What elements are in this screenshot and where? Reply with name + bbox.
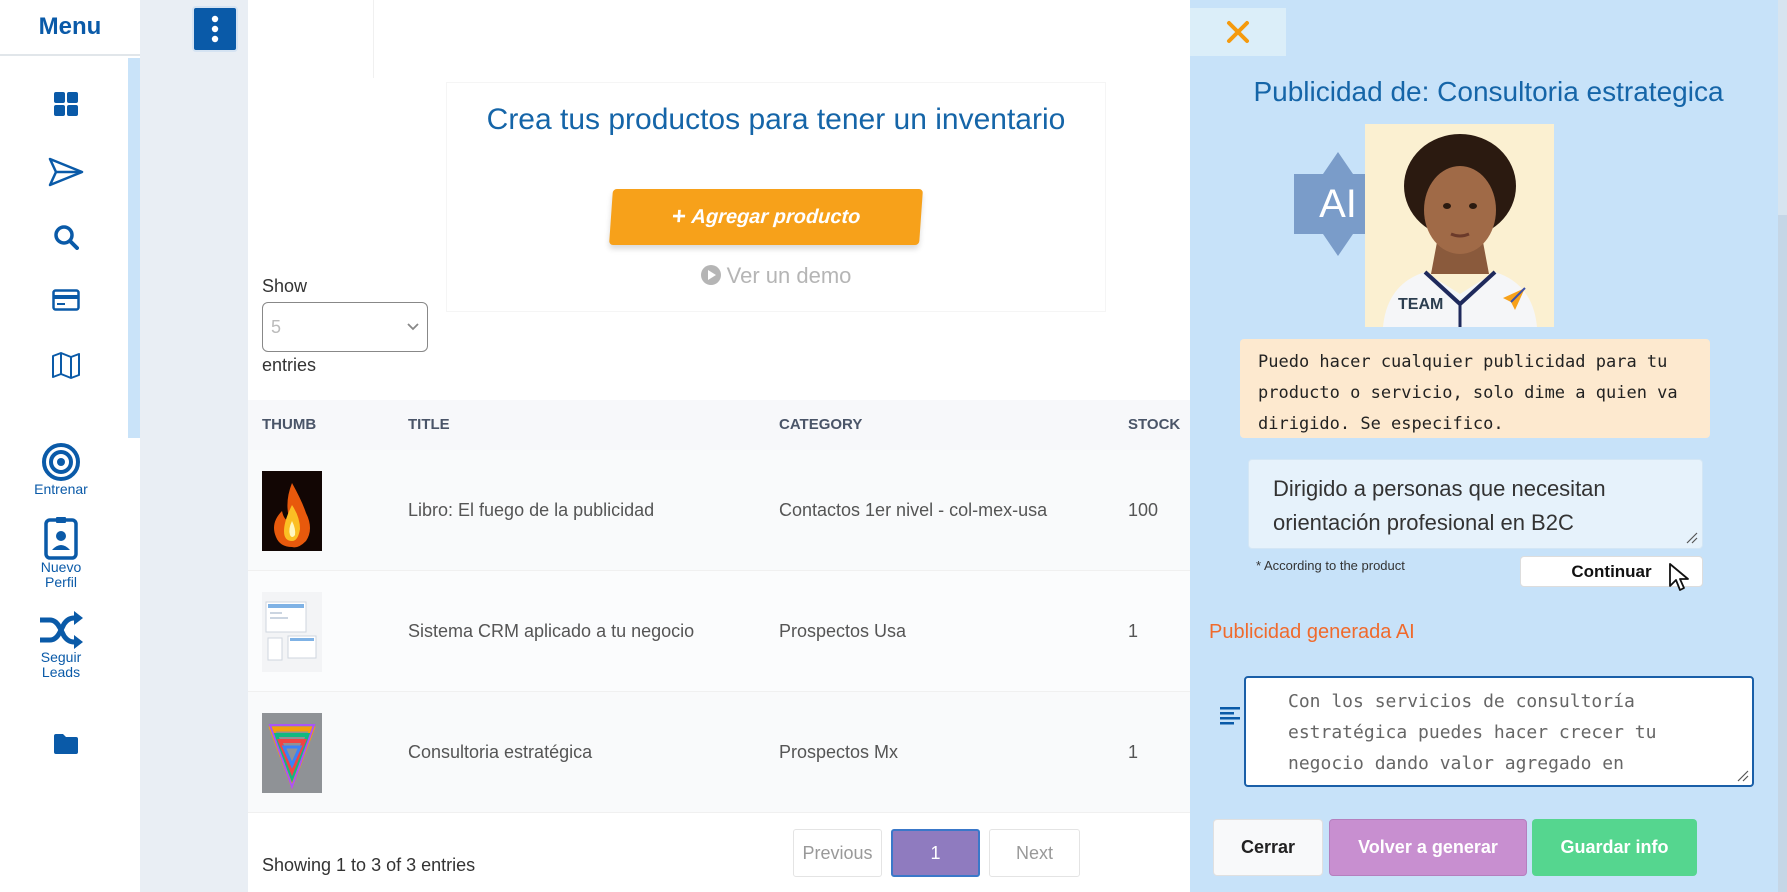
fire-thumbnail (262, 471, 322, 551)
row-title: Consultoria estratégica (408, 742, 593, 762)
promo-card: Crea tus productos para tener un inventa… (446, 82, 1106, 312)
audience-input-value: Dirigido a personas que necesitan orient… (1273, 476, 1606, 535)
close-panel-button[interactable] (1190, 8, 1286, 56)
add-product-label: Agregar producto (690, 205, 862, 228)
close-button[interactable]: Cerrar (1213, 819, 1323, 876)
credit-card-icon[interactable] (46, 280, 86, 320)
sidebar-scrollbar[interactable] (128, 58, 140, 438)
panel-title: Publicidad de: Consultoria estrategica (1253, 76, 1724, 107)
assistant-avatar-image (1365, 124, 1554, 327)
row-stock: 1 (1128, 621, 1139, 641)
table-row[interactable]: Libro: El fuego de la publicidad Contact… (248, 450, 1190, 571)
map-icon[interactable] (46, 345, 86, 385)
pagination-next[interactable]: Next (989, 829, 1080, 877)
avatar-shirt-text: TEAM (1398, 296, 1444, 313)
column-header-thumb[interactable]: THUMB (262, 416, 316, 433)
crm-thumbnail (262, 592, 322, 672)
main-content: Crea tus productos para tener un inventa… (248, 0, 1190, 892)
send-icon[interactable] (46, 152, 86, 192)
page-size-value: 5 (271, 316, 282, 337)
close-icon (1227, 21, 1249, 43)
entries-label: entries (262, 355, 317, 375)
folder-icon[interactable] (46, 724, 86, 764)
sidebar-item-label: Nuevo Perfil (40, 559, 82, 590)
sidebar-item-entrenar[interactable]: Entrenar (20, 442, 102, 497)
chevron-down-icon (407, 323, 419, 331)
target-icon (42, 443, 80, 481)
generated-text-value: Con los servicios de consultoría estraté… (1288, 691, 1657, 774)
mouse-cursor-icon (1669, 563, 1689, 591)
top-strip (248, 0, 374, 78)
plus-icon: + (670, 203, 687, 230)
row-stock: 1 (1128, 742, 1139, 762)
pagination-previous[interactable]: Previous (793, 829, 882, 877)
pagination-page-1[interactable]: 1 (891, 829, 980, 877)
sidebar-item-label: Seguir Leads (40, 649, 82, 680)
search-icon[interactable] (46, 217, 86, 257)
row-category: Contactos 1er nivel - col-mex-usa (779, 500, 1048, 520)
generated-label: Publicidad generada AI (1209, 621, 1415, 643)
column-header-title[interactable]: TITLE (408, 416, 450, 433)
sidebar-item-nuevo-perfil[interactable]: Nuevo Perfil (20, 516, 102, 590)
resize-handle-icon[interactable] (1686, 532, 1698, 544)
products-table: THUMB TITLE CATEGORY STOCK Libro: El fue… (248, 400, 1190, 813)
demo-link[interactable]: Ver un demo (447, 263, 1105, 289)
promo-title: Crea tus productos para tener un inventa… (486, 103, 1066, 136)
row-category: Prospectos Mx (779, 742, 899, 762)
sidebar-item-label: Entrenar (34, 481, 88, 497)
regenerate-button[interactable]: Volver a generar (1329, 819, 1527, 876)
align-left-icon[interactable] (1220, 706, 1242, 726)
show-label: Show (262, 276, 308, 296)
input-hint: * According to the product (1256, 558, 1405, 573)
row-title: Libro: El fuego de la publicidad (408, 500, 655, 520)
grid-icon[interactable] (46, 84, 86, 124)
table-row[interactable]: Sistema CRM aplicado a tu negocio Prospe… (248, 571, 1190, 692)
id-badge-icon (44, 517, 78, 560)
consulting-thumbnail (262, 713, 322, 793)
gutter (140, 0, 190, 892)
row-stock: 100 (1128, 500, 1159, 520)
sidebar: Menu Entrenar Nuevo Perfil Seguir Leads (0, 0, 140, 892)
column-header-stock[interactable]: STOCK (1128, 416, 1180, 433)
add-product-button[interactable]: + Agregar producto (609, 189, 923, 245)
panel-scrollbar[interactable] (1778, 0, 1787, 892)
table-header: THUMB TITLE CATEGORY STOCK (248, 400, 1190, 450)
save-info-button[interactable]: Guardar info (1532, 819, 1697, 876)
row-category: Prospectos Usa (779, 621, 907, 641)
row-title: Sistema CRM aplicado a tu negocio (408, 621, 695, 641)
table-row[interactable]: Consultoria estratégica Prospectos Mx 1 (248, 692, 1190, 813)
generated-text-area[interactable]: Con los servicios de consultoría estraté… (1244, 676, 1754, 787)
assistant-message: Puedo hacer cualquier publicidad para tu… (1240, 339, 1710, 438)
demo-link-label: Ver un demo (726, 263, 852, 288)
sidebar-title: Menu (0, 0, 140, 56)
showing-info: Showing 1 to 3 of 3 entries (262, 855, 476, 875)
sidebar-item-seguir-leads[interactable]: Seguir Leads (20, 610, 102, 680)
resize-handle-icon[interactable] (1737, 770, 1749, 782)
page-size-select[interactable]: 5 (262, 302, 428, 352)
column-header-category[interactable]: CATEGORY (779, 416, 862, 433)
kebab-icon (211, 15, 219, 43)
shuffle-icon (40, 611, 83, 649)
audience-input[interactable]: Dirigido a personas que necesitan orient… (1248, 459, 1703, 549)
more-options-button[interactable] (192, 6, 238, 52)
assistant-avatar: TEAM (1365, 124, 1554, 327)
play-icon (700, 265, 721, 285)
